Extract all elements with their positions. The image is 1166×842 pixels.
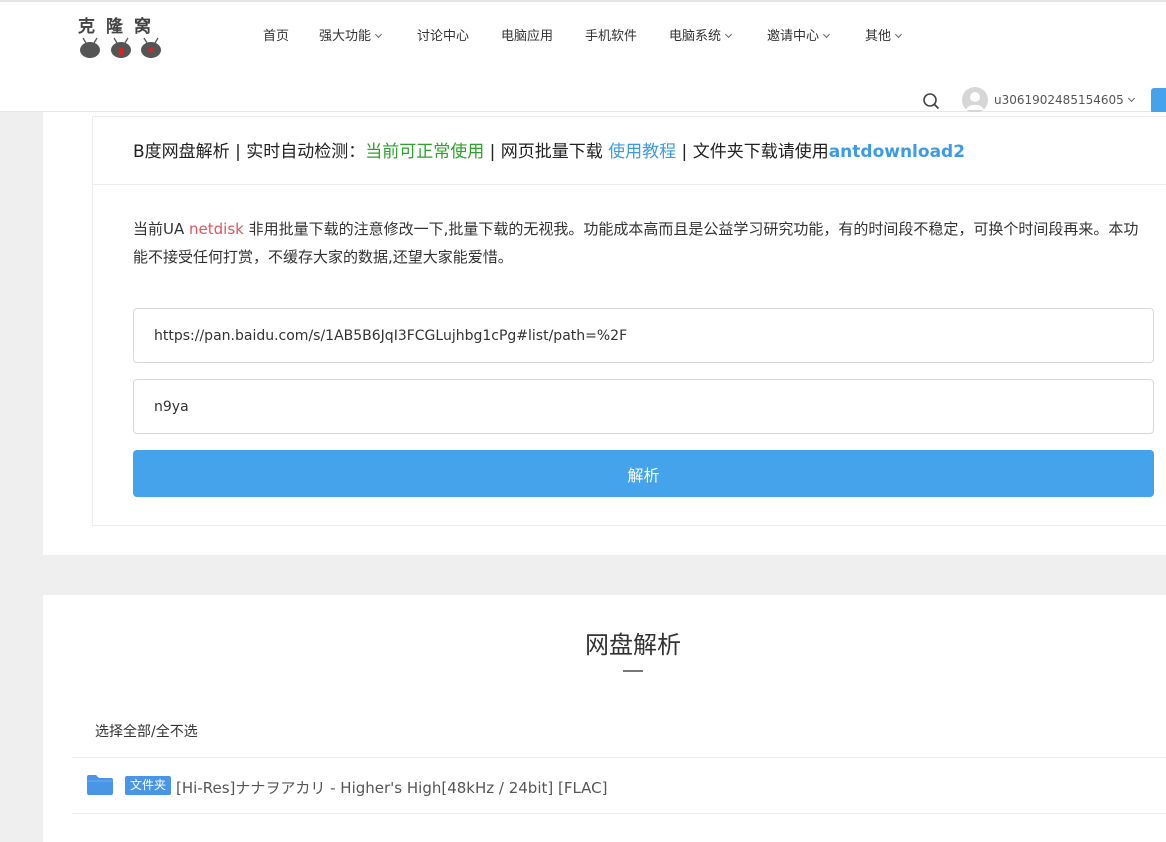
nav-label: 邀请中心 (767, 29, 820, 44)
parser-heading: B度网盘解析 | 实时自动检测：当前可正常使用 | 网页批量下载 使用教程 | … (93, 117, 1166, 185)
notice-prefix: 当前UA (133, 220, 190, 238)
user-avatar-icon[interactable] (962, 87, 988, 113)
logo-bugs-icon (80, 37, 161, 58)
parse-button[interactable]: 解析 (133, 450, 1154, 497)
extract-code-input[interactable] (133, 379, 1154, 434)
chevron-down-icon (374, 30, 383, 39)
usage-notice: 当前UA netdisk 非用批量下载的注意修改一下,批量下载的无视我。功能成本… (133, 215, 1143, 271)
parser-card: B度网盘解析 | 实时自动检测：当前可正常使用 | 网页批量下载 使用教程 | … (92, 116, 1166, 526)
nav-item-pc-apps[interactable]: 电脑应用 (501, 26, 553, 48)
folder-badge: 文件夹 (125, 776, 172, 795)
heading-mid2: | 文件夹下载请使用 (676, 142, 829, 162)
nav-label: 其他 (865, 29, 892, 44)
results-title: 网盘解析 (585, 631, 681, 659)
notice-rest: 非用批量下载的注意修改一下,批量下载的无视我。功能成本高而且是公益学习研究功能，… (133, 220, 1139, 266)
share-url-input[interactable] (133, 308, 1154, 363)
nav-label: 首页 (263, 29, 290, 44)
folder-icon (87, 775, 113, 795)
heading-mid: | 网页批量下载 (484, 142, 609, 162)
chevron-down-icon (1127, 94, 1135, 103)
nav-item-other[interactable]: 其他 (865, 26, 903, 48)
side-action-button[interactable] (1151, 88, 1166, 114)
nav-item-features[interactable]: 强大功能 (319, 26, 383, 48)
status-text: 当前可正常使用 (365, 142, 485, 162)
username-label: u3061902485154605 (994, 93, 1124, 107)
nav-label: 讨论中心 (417, 29, 470, 44)
logo-text: 克隆窝 (78, 17, 162, 37)
nav-item-home[interactable]: 首页 (263, 26, 289, 48)
nav-label: 强大功能 (319, 29, 372, 44)
results-panel: 网盘解析 选择全部/全不选 文件夹 [Hi-Res]ナナヲアカリ - Highe… (43, 595, 1166, 842)
nav-item-pc-systems[interactable]: 电脑系统 (669, 26, 733, 48)
tutorial-link[interactable]: 使用教程 (608, 142, 676, 162)
nav-label: 电脑应用 (501, 29, 554, 44)
heading-prefix: B度网盘解析 | 实时自动检测： (133, 142, 366, 162)
nav-item-mobile-software[interactable]: 手机软件 (585, 26, 637, 48)
file-name: [Hi-Res]ナナヲアカリ - Higher's High[48kHz / 2… (176, 779, 608, 797)
site-logo[interactable]: 克隆窝 (78, 12, 168, 60)
nav-label: 手机软件 (585, 29, 638, 44)
row-divider (72, 813, 1166, 814)
nav-item-discussion[interactable]: 讨论中心 (417, 26, 469, 48)
antdownload-link[interactable]: antdownload2 (829, 142, 965, 162)
site-header: 克隆窝 首页 强大功能 讨论中心 电脑应用 手机软件 电脑系统 邀请中心 其他 (0, 0, 1166, 114)
nav-label: 电脑系统 (669, 29, 722, 44)
chevron-down-icon (822, 30, 831, 39)
search-icon[interactable] (922, 92, 940, 110)
file-row[interactable]: 文件夹 [Hi-Res]ナナヲアカリ - Higher's High[48kHz… (72, 758, 1166, 813)
title-divider (623, 670, 643, 672)
chevron-down-icon (894, 30, 903, 39)
select-all-toggle[interactable]: 选择全部/全不选 (95, 721, 198, 741)
chevron-down-icon (724, 30, 733, 39)
user-menu[interactable]: u3061902485154605 (994, 93, 1135, 107)
notice-ua: netdisk (189, 220, 244, 238)
nav-item-invite[interactable]: 邀请中心 (767, 26, 831, 48)
